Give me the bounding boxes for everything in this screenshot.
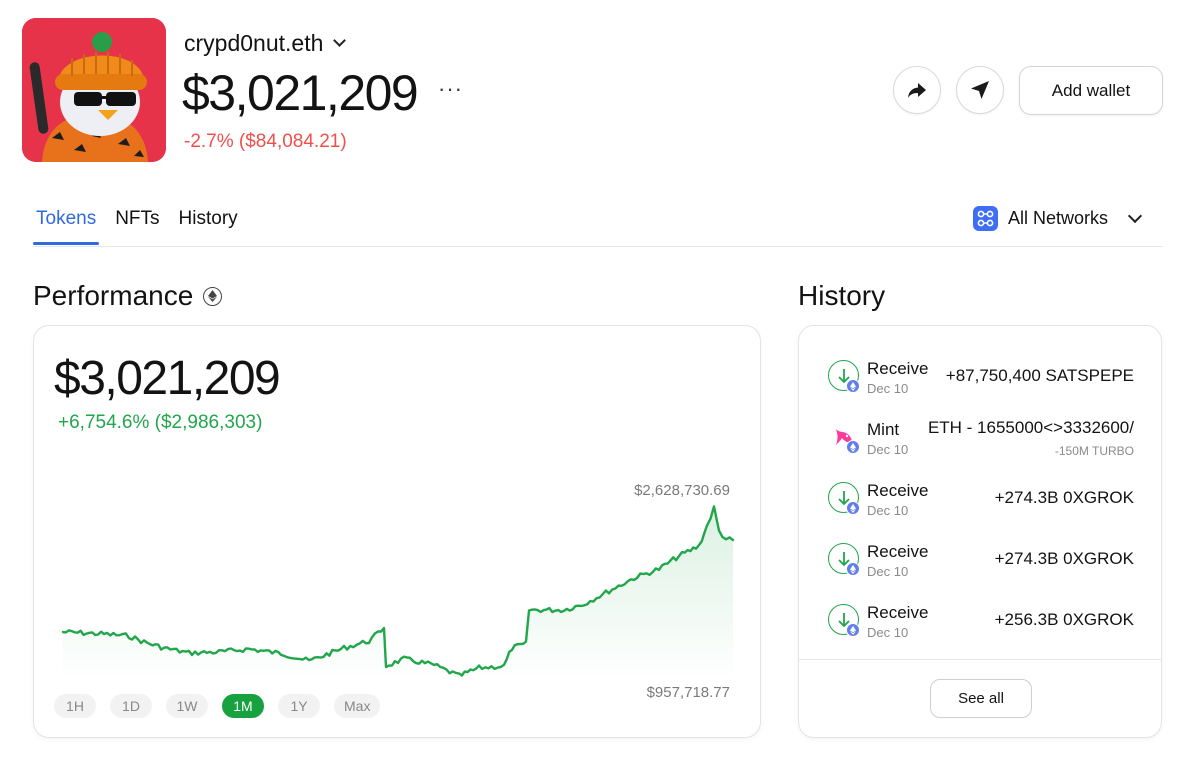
see-all-button[interactable]: See all — [930, 679, 1032, 718]
history-amount: +87,750,400 SATSPEPE — [945, 366, 1134, 385]
chevron-down-icon — [333, 34, 347, 47]
send-button[interactable] — [956, 66, 1004, 114]
wallet-name: crypd0nut.eth — [184, 30, 324, 56]
ethereum-badge-icon — [846, 623, 860, 637]
portfolio-tabs: Tokens NFTs History — [33, 208, 254, 245]
receive-icon — [828, 360, 860, 393]
history-date: Dec 10 — [867, 625, 909, 640]
network-filter-label: All Networks — [1008, 208, 1109, 228]
share-button[interactable] — [893, 66, 941, 114]
receive-icon — [828, 482, 860, 515]
ethereum-badge-icon — [846, 379, 860, 393]
more-options-icon[interactable]: ··· — [438, 76, 463, 102]
history-amount: +274.3B 0XGROK — [994, 488, 1134, 507]
networks-icon — [973, 206, 998, 231]
range-1w-button[interactable]: 1W — [166, 694, 208, 718]
history-card: Receive Dec 10 +87,750,400 SATSPEPE Mint… — [798, 325, 1162, 738]
range-max-button[interactable]: Max — [334, 694, 381, 718]
uniswap-unicorn-icon — [828, 421, 860, 454]
share-arrow-icon — [908, 83, 926, 98]
history-amount: +256.3B 0XGROK — [994, 610, 1134, 629]
send-plane-icon — [971, 81, 989, 99]
ethereum-badge-icon — [846, 501, 860, 515]
history-date: Dec 10 — [867, 442, 909, 457]
ethereum-badge-icon — [846, 562, 860, 576]
history-heading: History — [798, 280, 886, 311]
history-date: Dec 10 — [867, 564, 909, 579]
history-item[interactable]: Receive Dec 10 +274.3B 0XGROK — [799, 478, 1161, 538]
history-type: Receive — [867, 542, 929, 561]
history-date: Dec 10 — [867, 503, 909, 518]
ethereum-badge-icon — [846, 440, 860, 454]
time-range-selector: 1H 1D 1W 1M 1Y Max — [54, 694, 381, 718]
tabs-divider — [33, 246, 1163, 247]
history-sub-amount: -150M TURBO — [1054, 444, 1134, 458]
history-item[interactable]: Receive Dec 10 +256.3B 0XGROK — [799, 600, 1161, 660]
range-1y-button[interactable]: 1Y — [278, 694, 320, 718]
history-amount: /ETH - 1655000<>3332600 — [927, 418, 1134, 437]
wallet-name-dropdown[interactable]: crypd0nut.eth — [184, 30, 347, 57]
ethereum-icon[interactable] — [203, 286, 223, 306]
history-divider — [799, 659, 1161, 660]
performance-heading: Performance — [33, 280, 223, 312]
chart-area-fill — [63, 506, 733, 681]
tab-nfts[interactable]: NFTs — [112, 208, 162, 242]
history-date: Dec 10 — [867, 381, 909, 396]
performance-line-chart[interactable] — [34, 326, 762, 739]
history-type: Receive — [867, 481, 929, 500]
history-amount: +274.3B 0XGROK — [994, 549, 1134, 568]
tab-history[interactable]: History — [176, 208, 241, 242]
receive-icon — [828, 543, 860, 576]
penguin-avatar-image — [22, 18, 166, 162]
range-1d-button[interactable]: 1D — [110, 694, 152, 718]
add-wallet-button[interactable]: Add wallet — [1019, 66, 1163, 115]
range-1h-button[interactable]: 1H — [54, 694, 96, 718]
performance-title: Performance — [33, 280, 194, 311]
performance-card: $3,021,209 +6,754.6% ($2,986,303) $2,628… — [33, 325, 761, 738]
history-item[interactable]: Receive Dec 10 +87,750,400 SATSPEPE — [799, 356, 1161, 416]
wallet-avatar — [22, 18, 166, 162]
history-item[interactable]: Mint Dec 10 /ETH - 1655000<>3332600 -150… — [799, 417, 1161, 477]
history-item[interactable]: Receive Dec 10 +274.3B 0XGROK — [799, 539, 1161, 599]
chevron-down-icon — [1127, 208, 1143, 223]
balance-change: -2.7% ($84,084.21) — [184, 131, 347, 152]
network-filter-dropdown[interactable]: All Networks — [973, 206, 1143, 231]
receive-icon — [828, 604, 860, 637]
chart-low-label: $957,718.77 — [646, 684, 730, 701]
total-balance: $3,021,209 — [182, 65, 419, 121]
history-type: Receive — [867, 359, 929, 378]
history-type: Receive — [867, 603, 929, 622]
tab-tokens[interactable]: Tokens — [33, 208, 100, 245]
range-1m-button[interactable]: 1M — [222, 694, 264, 718]
history-type: Mint — [867, 420, 900, 439]
